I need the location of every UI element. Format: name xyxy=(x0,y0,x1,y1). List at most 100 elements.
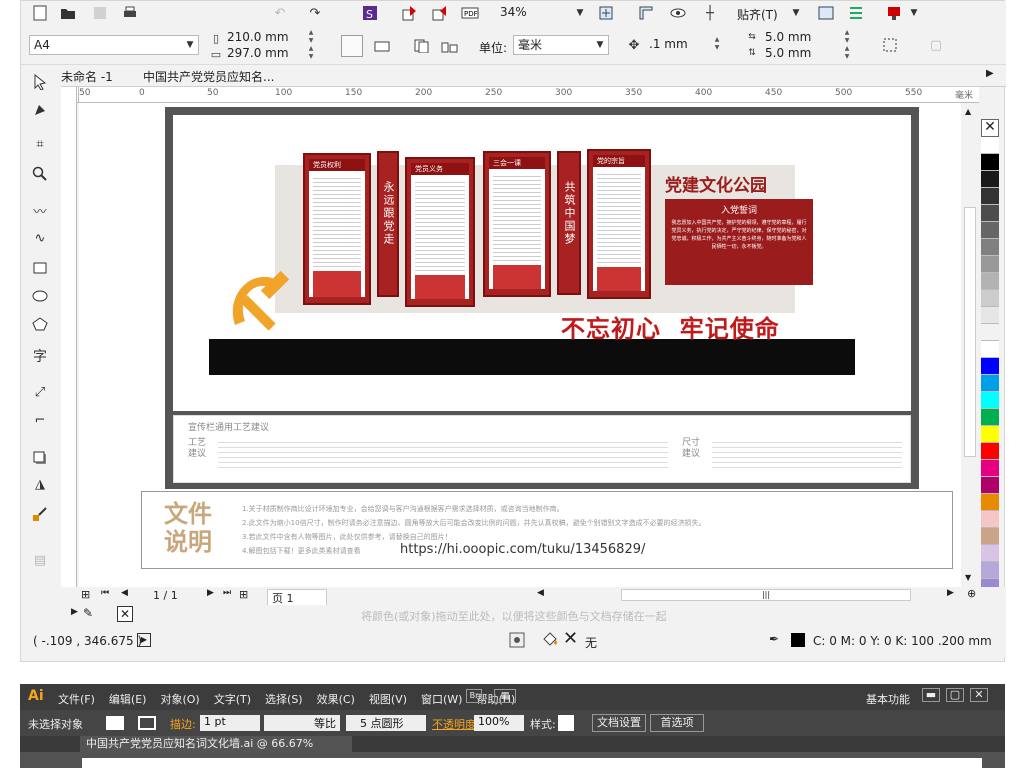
menu-type[interactable]: 文字(T) xyxy=(214,691,251,707)
first-page-icon[interactable]: ⏮ xyxy=(101,588,109,598)
menu-view[interactable]: 视图(V) xyxy=(369,691,407,707)
welcome-screen-icon[interactable] xyxy=(817,4,835,22)
horizontal-ruler[interactable]: 50 0 50 100 150 200 250 300 350 400 450 … xyxy=(79,87,979,103)
open-folder-icon[interactable] xyxy=(59,4,77,22)
current-page-icon[interactable] xyxy=(441,37,459,55)
coords-arrow-icon[interactable]: ▶ xyxy=(137,633,151,647)
stroke-label[interactable]: 描边: xyxy=(170,716,196,732)
full-screen-icon[interactable] xyxy=(597,4,615,22)
color-swatch[interactable] xyxy=(981,443,999,460)
minimize-button[interactable]: ▬ xyxy=(922,688,940,702)
transparency-tool-icon[interactable]: ◮ xyxy=(31,475,49,493)
add-page-end-icon[interactable]: ⊞ xyxy=(239,588,248,601)
treat-as-filled-icon[interactable] xyxy=(881,36,899,54)
export-icon[interactable] xyxy=(431,4,449,22)
color-swatch[interactable] xyxy=(981,273,999,290)
color-swatch[interactable] xyxy=(981,358,999,375)
notes-url[interactable]: https://hi.ooopic.com/tuku/13456829/ xyxy=(400,542,645,557)
color-swatch[interactable] xyxy=(981,137,999,154)
page-size-select[interactable]: A4 xyxy=(29,35,199,55)
color-swatch[interactable] xyxy=(981,511,999,528)
redo-icon[interactable]: ↷ xyxy=(306,4,324,22)
color-swatch[interactable] xyxy=(981,375,999,392)
shape-tool-icon[interactable] xyxy=(31,101,49,119)
interactive-fill-icon[interactable]: ▤ xyxy=(31,551,49,569)
all-pages-icon[interactable] xyxy=(413,37,431,55)
ai-artboard[interactable] xyxy=(82,758,982,768)
navigator-icon[interactable]: ⊕ xyxy=(967,587,976,600)
crop-tool-icon[interactable]: ⌗ xyxy=(31,135,49,153)
color-swatch[interactable] xyxy=(981,205,999,222)
connector-tool-icon[interactable]: ⌐ xyxy=(31,411,49,429)
fill-swatch[interactable] xyxy=(106,716,124,730)
last-page-icon[interactable]: ⏭ xyxy=(223,588,231,598)
new-document-icon[interactable] xyxy=(31,4,49,22)
drop-shadow-tool-icon[interactable] xyxy=(31,449,49,467)
variable-width-select[interactable]: 等比 xyxy=(264,715,340,731)
snap-to-dropdown[interactable]: 贴齐(T) xyxy=(737,6,778,23)
drawing-canvas[interactable]: 党员权利 永远跟党走 党员义务 三会一课 共筑中国梦 党的宗旨 党建文化公园 入… xyxy=(79,103,979,587)
portrait-button[interactable] xyxy=(341,35,363,57)
color-swatch[interactable] xyxy=(981,188,999,205)
zoom-dropdown-icon[interactable]: ▼ xyxy=(571,4,589,22)
pick-tool-icon[interactable] xyxy=(31,73,49,91)
color-proof-icon[interactable] xyxy=(509,632,525,651)
menu-window[interactable]: 窗口(W) xyxy=(421,691,462,707)
launcher-dropdown-icon[interactable]: ▼ xyxy=(905,4,923,22)
color-swatch[interactable] xyxy=(981,528,999,545)
snap-dropdown-icon[interactable]: ▼ xyxy=(787,4,805,22)
color-swatch[interactable] xyxy=(981,545,999,562)
undo-icon[interactable]: ↶ xyxy=(271,4,289,22)
corel-connect-icon[interactable]: S xyxy=(361,4,379,22)
graphic-style-swatch[interactable] xyxy=(558,715,574,731)
view-icon[interactable] xyxy=(669,4,687,22)
page-height-field[interactable]: 297.0 mm xyxy=(223,44,303,64)
height-spinner[interactable]: ▲ ▼ xyxy=(305,45,317,63)
color-palette[interactable] xyxy=(981,137,999,613)
hscroll-right-icon[interactable]: ▶ xyxy=(947,588,954,598)
color-swatch[interactable] xyxy=(981,256,999,273)
color-swatch[interactable] xyxy=(981,222,999,239)
color-swatch[interactable] xyxy=(981,307,999,324)
vertical-ruler[interactable] xyxy=(61,87,77,587)
vertical-scrollbar[interactable]: ▲ ▼ xyxy=(961,103,979,587)
opacity-label[interactable]: 不透明度: xyxy=(432,716,480,732)
document-setup-button[interactable]: 文档设置 xyxy=(592,714,646,732)
color-swatch[interactable] xyxy=(981,392,999,409)
tabs-scroll-arrow-icon[interactable]: ▶ xyxy=(986,68,994,79)
arrange-docs-icon[interactable]: ▦ xyxy=(494,689,516,703)
tab-document[interactable]: 中国共产党党员应知名... xyxy=(143,68,274,85)
color-swatch[interactable] xyxy=(981,426,999,443)
color-swatch[interactable] xyxy=(981,154,999,171)
rectangle-tool-icon[interactable] xyxy=(31,259,49,277)
stroke-swatch[interactable] xyxy=(138,716,156,730)
dup-y-spinner[interactable]: ▲ ▼ xyxy=(841,45,853,63)
add-page-icon[interactable]: ⊞ xyxy=(81,588,90,601)
menu-object[interactable]: 对象(O) xyxy=(160,691,199,707)
color-swatch[interactable] xyxy=(981,324,999,341)
polygon-tool-icon[interactable] xyxy=(31,315,49,333)
menu-effect[interactable]: 效果(C) xyxy=(317,691,355,707)
scroll-up-icon[interactable]: ▲ xyxy=(965,107,971,116)
stroke-weight-field[interactable]: 1 pt xyxy=(200,715,260,731)
dimension-tool-icon[interactable]: ⤢ xyxy=(31,383,49,401)
maximize-button[interactable]: ▢ xyxy=(946,688,964,702)
hscroll-left-icon[interactable]: ◀ xyxy=(537,588,544,598)
no-color-icon[interactable]: ✕ xyxy=(117,606,133,622)
color-swatch[interactable] xyxy=(981,239,999,256)
color-swatch[interactable] xyxy=(981,341,999,358)
nudge-spinner[interactable]: ▲ ▼ xyxy=(711,36,723,54)
opacity-field[interactable]: 100% xyxy=(474,715,524,731)
page-size-dropdown-icon[interactable]: ▼ xyxy=(181,36,199,54)
ai-document-tab[interactable]: 中国共产党党员应知名词文化墙.ai @ 66.67% (CMYK/预览) xyxy=(80,736,352,766)
close-button[interactable]: ✕ xyxy=(970,688,988,702)
color-swatch[interactable] xyxy=(981,409,999,426)
duplicate-y-field[interactable]: 5.0 mm xyxy=(761,44,841,64)
preferences-button[interactable]: 首选项 xyxy=(650,714,704,732)
bridge-icon[interactable]: Br xyxy=(466,689,482,703)
nudge-field[interactable]: .1 mm xyxy=(645,35,717,55)
freehand-tool-icon[interactable]: 〰 xyxy=(31,201,49,220)
prev-page-icon[interactable]: ◀ xyxy=(121,588,128,598)
color-swatch[interactable] xyxy=(981,290,999,307)
zoom-tool-icon[interactable] xyxy=(31,165,49,183)
